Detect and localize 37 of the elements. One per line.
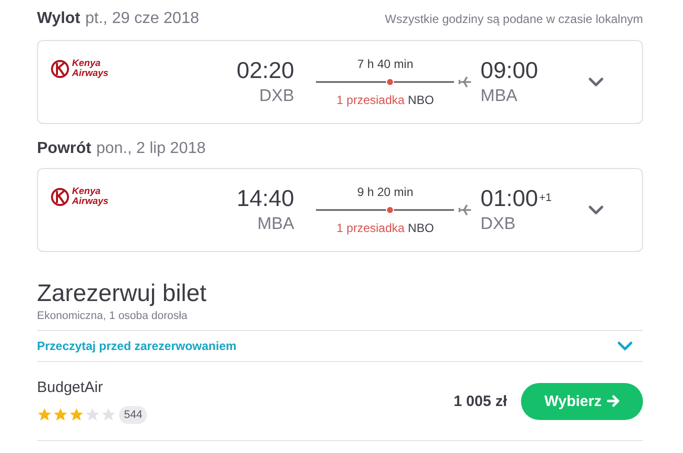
departure-time: 14:40 [236, 184, 294, 212]
flight-duration: 9 h 20 min [356, 184, 414, 200]
booking-title: Zarezerwuj bilet [37, 280, 208, 308]
airline-logo-icon [50, 59, 70, 79]
chevron-icon[interactable] [617, 341, 633, 351]
stopover-info: 1 przesiadka NBO [336, 220, 435, 236]
flight-duration: 7 h 40 min [356, 56, 414, 72]
star-icon [53, 407, 68, 422]
departure-airport: MBA [256, 213, 294, 235]
stopover-info: 1 przesiadka NBO [336, 92, 435, 108]
plane-icon [458, 76, 472, 88]
price: 1 005 zł [454, 392, 507, 410]
expand-chevron-icon[interactable] [588, 77, 604, 87]
star-icon [85, 407, 100, 422]
arrival-airport: DXB [480, 213, 517, 235]
leg-date: pon., 2 lip 2018 [96, 140, 206, 157]
star-icon [37, 407, 52, 422]
flight-card[interactable]: Kenya Airways 02:20 DXB 7 h 40 min 1 przesiadka NBO 09:00 MBA [37, 40, 643, 124]
leg-label: Powrót [37, 140, 92, 157]
timezone-note: Wszystkie godziny są podane w czasie lokalnym [384, 12, 643, 26]
provider-name: BudgetAir [37, 378, 104, 396]
booking-subtitle: Ekonomiczna, 1 osoba dorosła [37, 310, 643, 331]
leg-label: Wylot [37, 10, 80, 27]
plane-icon [458, 204, 472, 216]
arrival-airport: MBA [480, 85, 518, 107]
expand-chevron-icon[interactable] [588, 205, 604, 215]
airline-name: Kenya Airways [72, 187, 110, 207]
star-icon [69, 407, 84, 422]
departure-time: 02:20 [236, 56, 294, 84]
arrow-icon [606, 395, 620, 407]
airline-name: Kenya Airways [72, 59, 110, 79]
star-icon [101, 407, 116, 422]
review-count: 544 [119, 406, 148, 424]
departure-airport: DXB [258, 85, 294, 107]
leg-date: pt., 29 cze 2018 [85, 10, 200, 27]
airline-logo-icon [50, 187, 70, 207]
arrival-time: 09:00 [480, 56, 540, 84]
